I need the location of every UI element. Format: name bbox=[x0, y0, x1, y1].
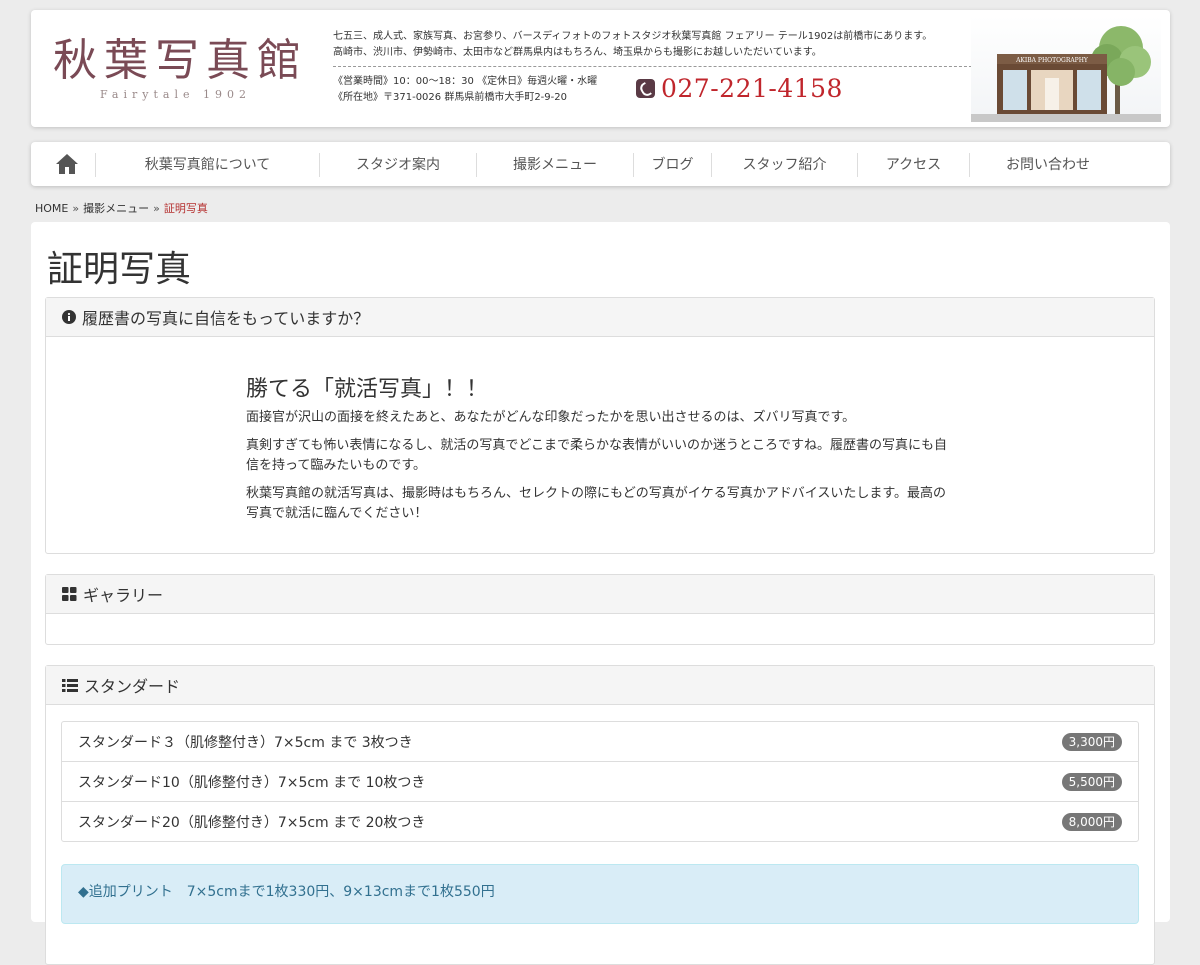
breadcrumb-current: 証明写真 bbox=[163, 202, 208, 215]
header-divider bbox=[333, 66, 987, 67]
nav-studio[interactable]: スタジオ案内 bbox=[320, 142, 476, 186]
price-badge: 3,300円 bbox=[1061, 732, 1122, 751]
logo-title: 秋葉写真館 bbox=[53, 35, 308, 86]
price-list-item: スタンダード３（肌修整付き）7×5cm まで 3枚つき 3,300円 bbox=[61, 721, 1139, 762]
phone-number: 027-221-4158 bbox=[661, 74, 843, 103]
price-list: スタンダード３（肌修整付き）7×5cm まで 3枚つき 3,300円 スタンダー… bbox=[61, 721, 1139, 842]
shop-sign: AKIBA PHOTOGRAPHY bbox=[1015, 57, 1089, 64]
logo-subtitle: Fairytale 1902 bbox=[100, 88, 251, 101]
header-info: 《営業時間》10：00〜18：30 《定休日》毎週火曜・水曜 《所在地》〒371… bbox=[333, 74, 597, 106]
business-hours: 《営業時間》10：00〜18：30 《定休日》毎週火曜・水曜 bbox=[333, 76, 598, 87]
site-header: 秋葉写真館 Fairytale 1902 七五三、成人式、家族写真、お宮参り、バ… bbox=[31, 10, 1170, 127]
main-content: 証明写真 履歴書の写真に自信をもっていますか？ 勝てる「就活写真」！！ 面接官が… bbox=[31, 222, 1170, 965]
home-icon bbox=[56, 154, 78, 174]
nav-about[interactable]: 秋葉写真館について bbox=[96, 142, 319, 186]
breadcrumb-separator: » bbox=[72, 202, 80, 215]
info-circle-icon bbox=[62, 310, 76, 324]
price-item-label: スタンダード20（肌修整付き）7×5cm まで 20枚つき bbox=[78, 814, 426, 831]
nav-contact[interactable]: お問い合わせ bbox=[970, 142, 1126, 186]
price-badge: 8,000円 bbox=[1061, 812, 1122, 831]
gallery-panel-header: ギャラリー bbox=[46, 575, 1154, 614]
lead-title: 勝てる「就活写真」！！ bbox=[246, 377, 489, 402]
list-icon bbox=[62, 678, 78, 692]
phone-icon bbox=[636, 79, 655, 98]
gallery-panel: ギャラリー bbox=[45, 574, 1155, 645]
additional-print-note: ◆追加プリント 7×5cmまで1枚330円、9×13cmまで1枚550円 bbox=[61, 864, 1139, 924]
standard-panel-title: スタンダード bbox=[84, 677, 181, 696]
main-nav: 秋葉写真館について スタジオ案内 撮影メニュー ブログ スタッフ紹介 アクセス … bbox=[31, 142, 1170, 186]
price-item-label: スタンダード３（肌修整付き）7×5cm まで 3枚つき bbox=[78, 734, 413, 751]
intro-panel: 履歴書の写真に自信をもっていますか？ 勝てる「就活写真」！！ 面接官が沢山の面接… bbox=[45, 297, 1155, 554]
header-intro: 七五三、成人式、家族写真、お宮参り、バースディフォトのフォトスタジオ秋葉写真館 … bbox=[333, 29, 987, 61]
nav-blog[interactable]: ブログ bbox=[634, 142, 711, 186]
nav-home[interactable] bbox=[51, 142, 83, 186]
address: 《所在地》〒371-0026 群馬県前橋市大手町2-9-20 bbox=[333, 92, 567, 103]
nav-access[interactable]: アクセス bbox=[858, 142, 969, 186]
nav-menu[interactable]: 撮影メニュー bbox=[477, 142, 633, 186]
phone-link[interactable]: 027-221-4158 bbox=[636, 74, 843, 103]
intro-line-1: 七五三、成人式、家族写真、お宮参り、バースディフォトのフォトスタジオ秋葉写真館 … bbox=[333, 31, 933, 42]
lead-paragraph-3: 秋葉写真館の就活写真は、撮影時はもちろん、セレクトの際にもどの写真がイケる写真か… bbox=[246, 486, 947, 521]
lead-paragraph-2: 真剣すぎても怖い表情になるし、就活の写真でどこまで柔らかな表情がいいのか迷うとこ… bbox=[246, 438, 947, 473]
breadcrumb-separator: » bbox=[153, 202, 160, 215]
site-logo[interactable]: 秋葉写真館 Fairytale 1902 bbox=[53, 35, 308, 101]
standard-panel-header: スタンダード bbox=[46, 666, 1154, 705]
breadcrumb-menu[interactable]: 撮影メニュー bbox=[83, 202, 149, 215]
intro-line-2: 高崎市、渋川市、伊勢崎市、太田市など群馬県内はもちろん、埼玉県からも撮影にお越し… bbox=[333, 47, 822, 58]
lead-paragraph-1: 面接官が沢山の面接を終えたあと、あなたがどんな印象だったかを思い出させるのは、ズ… bbox=[246, 410, 856, 425]
price-badge: 5,500円 bbox=[1061, 772, 1122, 791]
intro-panel-header: 履歴書の写真に自信をもっていますか？ bbox=[46, 298, 1154, 337]
lead-body: 面接官が沢山の面接を終えたあと、あなたがどんな印象だったかを思い出させるのは、ズ… bbox=[246, 408, 956, 532]
breadcrumb-home[interactable]: HOME bbox=[35, 202, 68, 215]
th-large-icon bbox=[62, 587, 77, 601]
shop-photo: AKIBA PHOTOGRAPHY bbox=[971, 16, 1161, 122]
price-list-item: スタンダード10（肌修整付き）7×5cm まで 10枚つき 5,500円 bbox=[61, 761, 1139, 802]
breadcrumb: HOME» 撮影メニュー» 証明写真 bbox=[35, 200, 208, 216]
price-item-label: スタンダード10（肌修整付き）7×5cm まで 10枚つき bbox=[78, 774, 426, 791]
nav-staff[interactable]: スタッフ紹介 bbox=[712, 142, 857, 186]
intro-panel-title: 履歴書の写真に自信をもっていますか？ bbox=[82, 309, 370, 328]
price-list-item: スタンダード20（肌修整付き）7×5cm まで 20枚つき 8,000円 bbox=[61, 801, 1139, 842]
page-title: 証明写真 bbox=[47, 249, 192, 290]
gallery-panel-title: ギャラリー bbox=[83, 586, 164, 605]
